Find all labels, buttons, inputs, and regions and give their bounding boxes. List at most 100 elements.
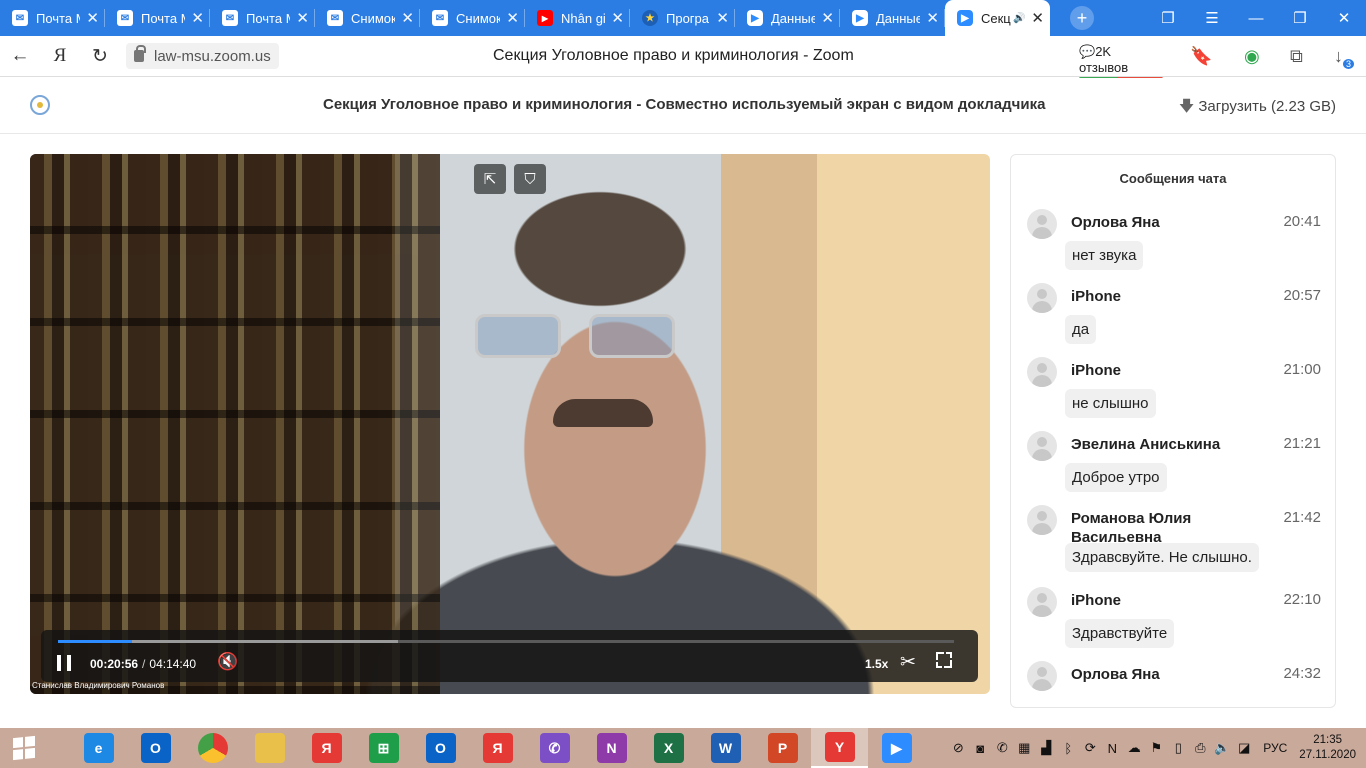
colors-icon[interactable]: ▦ [1013, 740, 1035, 756]
clock[interactable]: 21:35 27.11.2020 [1299, 733, 1356, 763]
restore-button[interactable]: ❐ [1278, 9, 1322, 27]
volume-icon[interactable]: 🔈 [1211, 740, 1233, 756]
chat-sender: Орлова Яна [1071, 666, 1160, 683]
avatar-icon [1027, 661, 1057, 691]
avatar-icon [1027, 209, 1057, 239]
taskbar-app[interactable]: e [70, 728, 127, 768]
menu-icon[interactable]: ☰ [1190, 9, 1234, 27]
printer-icon[interactable]: ⎙ [1189, 740, 1211, 756]
extensions-icon[interactable]: ⧉ [1290, 46, 1303, 67]
network-icon[interactable]: ⊘ [947, 740, 969, 756]
taskbar-app[interactable] [241, 728, 298, 768]
current-time: 00:20:56 [90, 657, 139, 671]
browser-tab[interactable]: ▶ Данные ✕ [735, 0, 840, 36]
zoom-icon: ▶ [747, 10, 763, 26]
browser-tab[interactable]: ✉ Снимок ✕ [315, 0, 420, 36]
speed-button[interactable]: 1.5x [865, 657, 888, 671]
bluetooth-icon[interactable]: ᛒ [1057, 741, 1079, 756]
taskbar-app[interactable]: O [127, 728, 184, 768]
taskbar-app[interactable]: ✆ [526, 728, 583, 768]
taskbar-app[interactable]: Я [298, 728, 355, 768]
browser-tab-strip: ✉ Почта M ✕ ✉ Почта M ✕ ✉ Почта M ✕ ✉ Снимок ✕ ✉ Сним… [0, 0, 1366, 36]
downloads-icon[interactable]: ↓ 3 [1334, 46, 1355, 69]
avatar-icon [1027, 505, 1057, 535]
audio-playing-icon[interactable]: 🔊 [1013, 13, 1025, 24]
youtube-icon: ▶ [537, 10, 553, 26]
onenote-tray-icon[interactable]: N [1101, 741, 1123, 756]
program-icon: ★ [642, 10, 658, 26]
browser-tab[interactable]: ✉ Снимок ✕ [420, 0, 525, 36]
language-indicator[interactable]: РУС [1263, 741, 1287, 755]
chat-time: 21:00 [1283, 361, 1321, 378]
chat-text: Доброе утро [1065, 463, 1167, 492]
video-speaker-glasses [475, 314, 675, 358]
close-tab-icon[interactable]: ✕ [191, 9, 204, 27]
fullscreen-icon[interactable] [936, 652, 952, 668]
chat-time: 24:32 [1283, 665, 1321, 682]
reload-icon[interactable]: ↻ [80, 45, 120, 68]
close-tab-icon[interactable]: ✕ [611, 9, 624, 27]
browser-tab[interactable]: ▶ Nhân gi ✕ [525, 0, 630, 36]
taskbar-app[interactable] [184, 728, 241, 768]
download-button[interactable]: 🡇 Загрузить (2.23 GB) [1179, 96, 1336, 121]
minimize-button[interactable]: — [1234, 10, 1278, 27]
close-tab-icon[interactable]: ✕ [86, 9, 99, 27]
pause-icon[interactable] [57, 655, 71, 671]
viber-tray-icon[interactable]: ✆ [991, 740, 1013, 756]
taskbar-app[interactable]: Я [469, 728, 526, 768]
close-tab-icon[interactable]: ✕ [401, 9, 414, 27]
close-tab-icon[interactable]: ✕ [716, 9, 729, 27]
browser-tab[interactable]: ★ Програ ✕ [630, 0, 735, 36]
taskbar-app[interactable]: Y [811, 728, 868, 768]
bookmark-icon[interactable]: ⛉ [514, 164, 546, 194]
taskbar-app[interactable]: P [754, 728, 811, 768]
browser-tab[interactable]: ✉ Почта M ✕ [105, 0, 210, 36]
browser-tab[interactable]: ✉ Почта M ✕ [210, 0, 315, 36]
sync-icon[interactable]: ⟳ [1079, 740, 1101, 756]
browser-tab[interactable]: ▶ Данные ✕ [840, 0, 945, 36]
taskbar-app[interactable]: ▶ [868, 728, 925, 768]
bookmark-icon[interactable]: 🔖 [1190, 46, 1212, 67]
close-tab-icon[interactable]: ✕ [926, 9, 939, 27]
progress-bar[interactable] [58, 640, 954, 643]
new-tab-button[interactable]: + [1070, 6, 1094, 30]
open-external-icon[interactable]: ⇱ [474, 164, 506, 194]
cloud-icon[interactable]: ☁ [1123, 740, 1145, 756]
taskbar-app[interactable]: X [640, 728, 697, 768]
university-logo[interactable] [30, 95, 50, 115]
mute-icon[interactable]: 🔇 [217, 652, 238, 672]
video-player[interactable]: ⇱ ⛉ 00:20:56/04:14:40 🔇 1.5x ✂ Станислав… [30, 154, 990, 694]
windows-icon [13, 735, 35, 761]
close-tab-icon[interactable]: ✕ [821, 9, 834, 27]
device-icon[interactable]: ▯ [1167, 740, 1189, 756]
yandex-logo[interactable]: Я [40, 45, 80, 67]
scissors-icon[interactable]: ✂ [900, 651, 916, 674]
taskbar-app[interactable]: N [583, 728, 640, 768]
video-bookshelf-background [30, 154, 440, 694]
browser-tab[interactable]: ✉ Почта M ✕ [0, 0, 105, 36]
start-button[interactable] [0, 728, 48, 768]
browser-tab-title: Почта M [141, 10, 185, 26]
url-field[interactable]: law-msu.zoom.us [126, 43, 279, 69]
close-window-button[interactable]: ✕ [1322, 9, 1366, 27]
close-tab-icon[interactable]: ✕ [296, 9, 309, 27]
browser-tab[interactable]: ▶ Секц 🔊 ✕ [945, 0, 1050, 36]
taskbar-app[interactable]: W [697, 728, 754, 768]
taskbar-app[interactable]: O [412, 728, 469, 768]
powerpoint-icon: P [767, 733, 798, 763]
nvidia-icon[interactable]: ◪ [1233, 740, 1255, 756]
camera-icon[interactable]: ◙ [969, 741, 991, 756]
flag-icon[interactable]: ⚑ [1145, 740, 1167, 756]
window-controls: ❐ ☰ — ❐ ✕ [1146, 0, 1366, 36]
close-tab-icon[interactable]: ✕ [506, 9, 519, 27]
signal-icon[interactable]: ▟ [1035, 740, 1057, 756]
close-tab-icon[interactable]: ✕ [1031, 9, 1044, 27]
taskbar-app[interactable]: ⊞ [355, 728, 412, 768]
total-time: 04:14:40 [149, 657, 197, 671]
avatar-icon [1027, 283, 1057, 313]
outlook-icon: O [425, 733, 456, 763]
bookmarks-icon[interactable]: ❐ [1146, 9, 1190, 27]
reviews-badge[interactable]: 💬2K отзывов [1079, 44, 1163, 80]
back-icon[interactable]: ← [0, 45, 40, 67]
protect-icon[interactable]: ◉ [1244, 46, 1260, 67]
